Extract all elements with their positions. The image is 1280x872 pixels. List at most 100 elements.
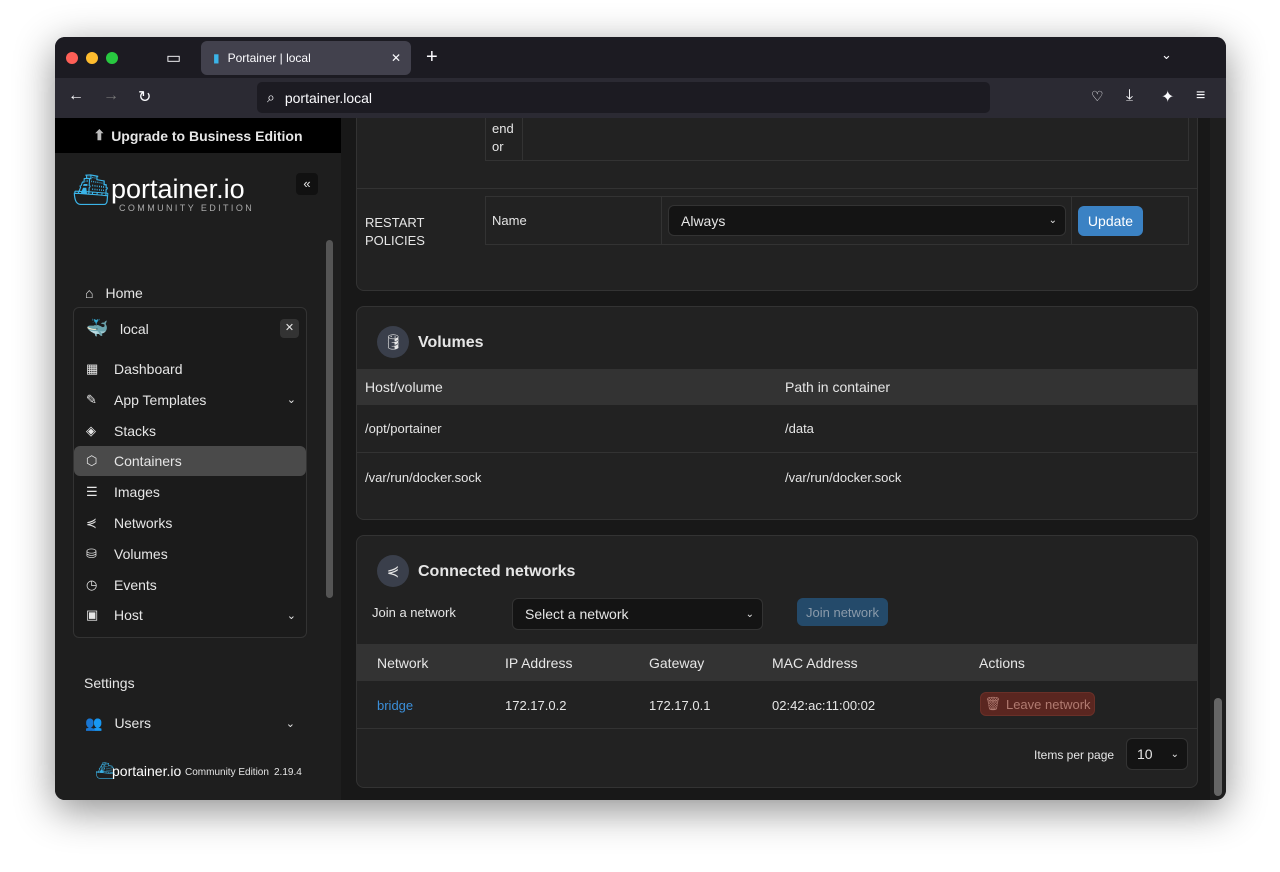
- back-icon[interactable]: ←: [68, 87, 84, 105]
- chevron-down-icon: ⌄: [1170, 748, 1179, 760]
- environment-name: local: [120, 321, 149, 337]
- leave-network-button[interactable]: 🗑 Leave network: [980, 692, 1095, 716]
- page-scrollbar-track[interactable]: [1210, 118, 1226, 800]
- gateway: 172.17.0.1: [649, 698, 711, 713]
- networks-table-header: Network IP Address Gateway MAC Address A…: [357, 644, 1197, 681]
- column-header: Network: [377, 655, 429, 671]
- container-path: /data: [785, 421, 814, 436]
- sidebar-item-users[interactable]: 👥 Users ⌄: [73, 708, 305, 738]
- sidebar-scrollbar[interactable]: [326, 240, 333, 598]
- table-cell: [522, 118, 1189, 161]
- tab-list-chevron-icon[interactable]: ⌄: [1161, 47, 1172, 63]
- column-header: Host/volume: [365, 379, 443, 395]
- box-icon: ⬡: [86, 453, 98, 469]
- maximize-window-button[interactable]: [106, 52, 118, 64]
- update-button[interactable]: Update: [1078, 205, 1143, 236]
- share-icon: ⋞: [377, 555, 409, 587]
- sidebar-item-images[interactable]: ☰ Images: [74, 477, 306, 507]
- column-header: Path in container: [785, 379, 891, 395]
- sidebar: ⬆ Upgrade to Business Edition ⛴ portaine…: [55, 118, 341, 800]
- networks-title: Connected networks: [418, 563, 576, 580]
- table-cell: Always ⌄: [661, 196, 1072, 245]
- container-settings-panel: end or RESTART POLICIES Name Always ⌄ Updat…: [356, 118, 1198, 291]
- close-environment-button[interactable]: ✕: [280, 319, 299, 338]
- restart-policy-select[interactable]: Always ⌄: [668, 205, 1066, 236]
- table-row: /var/run/docker.sock /var/run/docker.soc…: [357, 453, 1197, 501]
- collapse-sidebar-button[interactable]: «: [296, 173, 318, 195]
- sidebar-item-events[interactable]: ◷ Events: [74, 570, 306, 600]
- docker-icon: 🐳: [86, 318, 109, 338]
- sidebar-item-containers[interactable]: ⬡ Containers: [74, 446, 306, 477]
- edit-icon: ✎: [86, 391, 97, 407]
- database-icon: ⛁: [86, 545, 97, 561]
- restart-policies-label: RESTART POLICIES: [365, 215, 425, 248]
- search-icon: ⌕: [267, 89, 275, 105]
- new-tab-icon[interactable]: +: [426, 46, 438, 69]
- column-header: IP Address: [505, 655, 573, 671]
- table-cell: Update: [1071, 196, 1189, 245]
- list-icon: ☰: [86, 484, 98, 500]
- chevron-down-icon: ⌄: [1048, 215, 1057, 226]
- menu-icon[interactable]: ≡: [1196, 87, 1205, 105]
- tab-bar: ▭ ▮ Portainer | local ✕ + ⌄: [55, 37, 1226, 78]
- minimize-window-button[interactable]: [86, 52, 98, 64]
- table-row: bridge 172.17.0.2 172.17.0.1 02:42:ac:11…: [357, 681, 1197, 729]
- tab-overview-icon[interactable]: ▭: [166, 48, 181, 68]
- sidebar-item-dashboard[interactable]: ▦ Dashboard: [74, 354, 306, 384]
- join-network-label: Join a network: [372, 605, 456, 620]
- users-icon: 👥: [85, 714, 103, 731]
- column-header: MAC Address: [772, 655, 858, 671]
- chevron-down-icon: ⌄: [285, 717, 295, 730]
- ip-address: 172.17.0.2: [505, 698, 567, 713]
- sidebar-item-stacks[interactable]: ◈ Stacks: [74, 416, 306, 446]
- browser-tab[interactable]: ▮ Portainer | local ✕: [201, 41, 411, 75]
- upgrade-button[interactable]: ⬆ Upgrade to Business Edition: [55, 118, 341, 153]
- trash-icon: 🗑: [984, 696, 1001, 711]
- host-volume: /var/run/docker.sock: [365, 470, 482, 485]
- layers-icon: ◈: [86, 422, 96, 438]
- network-link[interactable]: bridge: [377, 698, 413, 713]
- items-per-page-label: Items per page: [1034, 748, 1115, 762]
- sidebar-item-app-templates[interactable]: ✎ App Templates ⌄: [74, 385, 306, 415]
- main-content: end or RESTART POLICIES Name Always ⌄ Updat…: [341, 118, 1210, 800]
- footer-version: 2.19.4: [274, 767, 302, 778]
- fragment-text: or: [492, 139, 504, 154]
- chevron-down-icon: ⌄: [286, 394, 296, 407]
- extensions-icon[interactable]: ✦: [1161, 87, 1174, 107]
- footer-edition: Community Edition: [185, 767, 269, 778]
- url-bar[interactable]: ⌕ portainer.local: [257, 82, 990, 113]
- forward-icon[interactable]: →: [103, 87, 119, 105]
- host-icon: ▣: [86, 607, 99, 623]
- table-row: /opt/portainer /data: [357, 405, 1197, 453]
- restart-name-label: Name: [485, 196, 662, 245]
- chevron-down-icon: ⌄: [745, 608, 754, 620]
- page-scrollbar-thumb[interactable]: [1214, 698, 1222, 796]
- arrow-up-circle-icon: ⬆: [93, 127, 106, 143]
- portainer-logo-icon: ⛴: [72, 174, 111, 207]
- pocket-icon[interactable]: ♡: [1091, 88, 1104, 105]
- reload-icon[interactable]: ↻: [138, 87, 151, 107]
- volumes-table-header: Host/volume Path in container: [357, 369, 1197, 405]
- close-tab-icon[interactable]: ✕: [391, 51, 401, 65]
- share-icon: ⋞: [86, 515, 97, 530]
- sidebar-item-volumes[interactable]: ⛁ Volumes: [74, 539, 306, 569]
- database-icon: 🛢: [377, 326, 409, 358]
- sidebar-item-host[interactable]: ▣ Host ⌄: [74, 600, 306, 630]
- settings-heading: Settings: [84, 675, 135, 691]
- sidebar-item-home[interactable]: ⌂ Home: [73, 278, 305, 308]
- items-per-page-select[interactable]: 10 ⌄: [1126, 738, 1188, 770]
- clock-icon: ◷: [86, 576, 98, 592]
- network-select[interactable]: Select a network ⌄: [512, 598, 763, 630]
- sidebar-item-networks[interactable]: ⋞ Networks: [74, 508, 306, 538]
- join-network-button[interactable]: Join network: [797, 598, 888, 626]
- download-icon[interactable]: ⤓: [1126, 87, 1133, 105]
- mac-address: 02:42:ac:11:00:02: [772, 698, 876, 713]
- footer-logo-text: portainer.io: [112, 763, 182, 779]
- dashboard-icon: ▦: [86, 361, 99, 376]
- close-window-button[interactable]: [66, 52, 78, 64]
- chevron-down-icon: ⌄: [286, 609, 296, 622]
- host-volume: /opt/portainer: [365, 421, 442, 436]
- column-header: Actions: [979, 655, 1025, 671]
- home-icon: ⌂: [85, 285, 94, 301]
- browser-window: ▭ ▮ Portainer | local ✕ + ⌄ ← → ↻ ⌕ port…: [55, 37, 1226, 800]
